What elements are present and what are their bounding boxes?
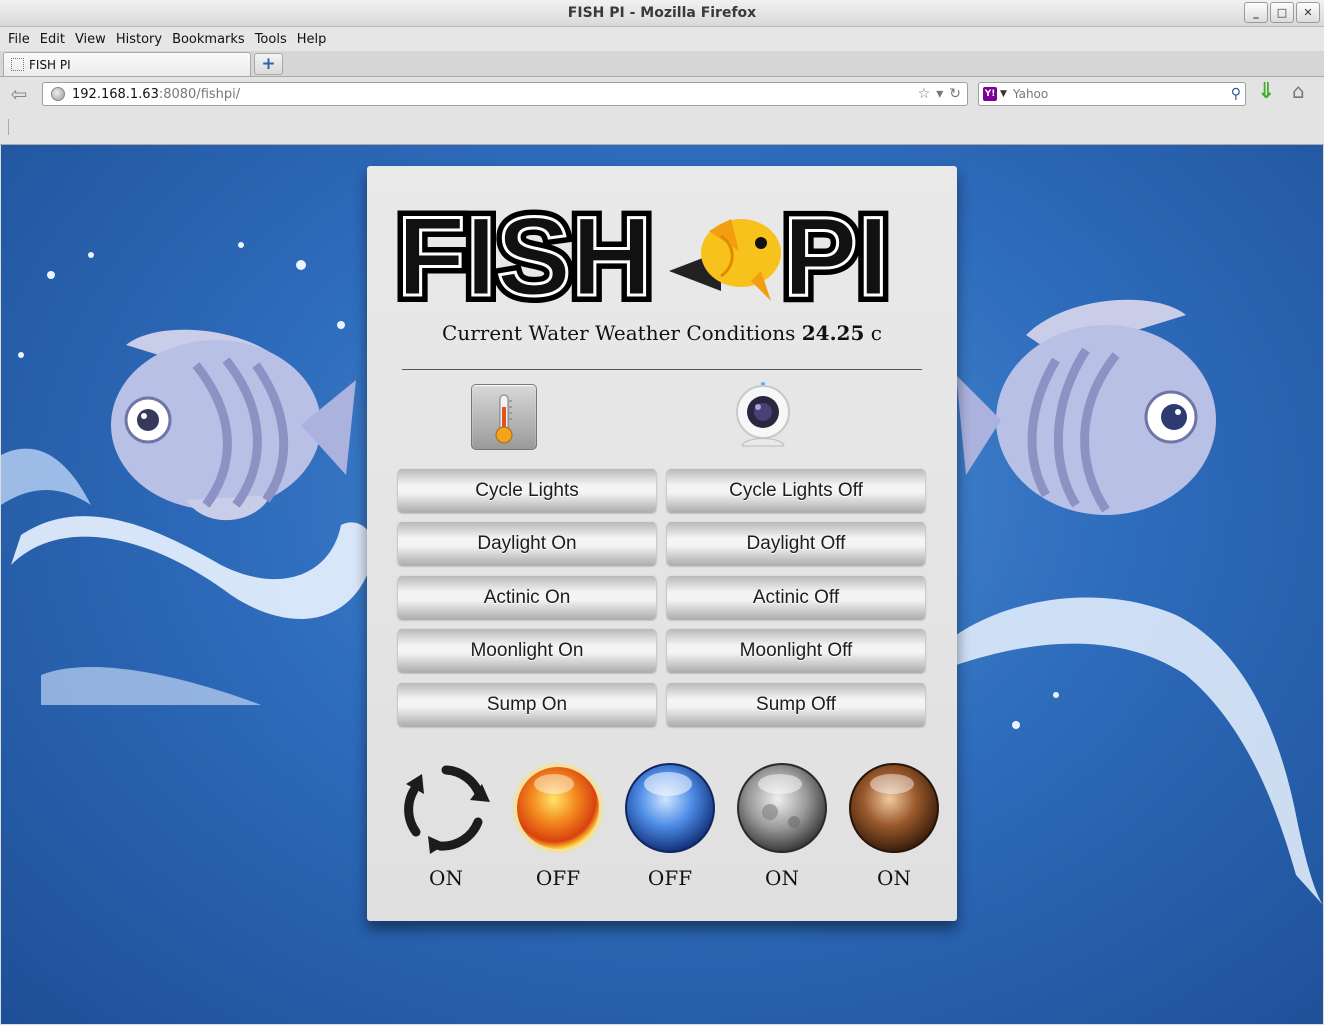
globe-icon	[51, 87, 65, 101]
tab-label: FISH PI	[29, 57, 71, 72]
temperature-unit: c	[870, 321, 882, 345]
menu-tools[interactable]: Tools	[255, 32, 287, 47]
tab-fishpi[interactable]: FISH PI	[3, 52, 251, 76]
menu-history[interactable]: History	[116, 32, 162, 47]
menu-bookmarks[interactable]: Bookmarks	[172, 32, 245, 47]
url-path: :8080/fishpi/	[158, 86, 241, 102]
window-titlebar: FISH PI - Mozilla Firefox _ □ ✕	[0, 0, 1324, 27]
fish-illustration-left	[111, 329, 356, 521]
blue-orb-icon	[625, 763, 715, 853]
actinic-on-button[interactable]: Actinic On	[398, 576, 656, 619]
menu-bar: File Edit View History Bookmarks Tools H…	[0, 27, 1324, 51]
yahoo-icon[interactable]: Y!	[983, 87, 997, 101]
conditions-label: Current Water Weather Conditions	[442, 321, 796, 345]
window-title: FISH PI - Mozilla Firefox	[567, 5, 757, 21]
sump-status: ON	[843, 762, 943, 897]
logo-text-fish-fill: FISH	[397, 194, 652, 317]
divider	[402, 369, 922, 370]
search-bar[interactable]: Y! ▼ Yahoo ⚲	[978, 82, 1246, 106]
moonlight-status: ON	[731, 762, 831, 897]
download-icon[interactable]: ⇓	[1257, 79, 1279, 104]
actinic-state: OFF	[647, 866, 693, 890]
sump-on-button[interactable]: Sump On	[398, 683, 656, 726]
menu-file[interactable]: File	[8, 32, 30, 47]
back-arrow-icon[interactable]: ⇦	[6, 82, 32, 106]
minimize-button[interactable]: _	[1244, 2, 1268, 23]
water-conditions: Current Water Weather Conditions 24.25 c	[367, 321, 957, 345]
reload-icon[interactable]: ↻	[949, 86, 961, 102]
search-icon[interactable]: ⚲	[1231, 86, 1241, 102]
menu-help[interactable]: Help	[297, 32, 327, 47]
thermometer-icon[interactable]	[471, 384, 537, 450]
cycle-icon	[404, 765, 490, 854]
water-splash-right	[956, 597, 1323, 905]
search-placeholder: Yahoo	[1012, 87, 1049, 101]
url-host: 192.168.1.63	[72, 86, 159, 102]
control-panel: FISH FISH PI PI Current Water Weather Co…	[367, 166, 957, 921]
moonlight-state: ON	[765, 866, 799, 890]
actinic-off-button[interactable]: Actinic Off	[667, 576, 925, 619]
cycle-state: ON	[429, 866, 463, 890]
daylight-on-button[interactable]: Daylight On	[398, 522, 656, 565]
address-bar[interactable]: 192.168.1.63:8080/fishpi/ ☆ ▾ ↻	[42, 82, 968, 106]
webcam-icon[interactable]	[730, 380, 796, 452]
moonlight-off-button[interactable]: Moonlight Off	[667, 629, 925, 672]
sump-off-button[interactable]: Sump Off	[667, 683, 925, 726]
fishpi-logo: FISH FISH PI PI	[391, 191, 896, 317]
bronze-orb-icon	[849, 763, 939, 853]
sun-orb-icon	[513, 763, 603, 853]
history-dropdown-icon[interactable]: ▾	[936, 86, 943, 102]
maximize-button[interactable]: □	[1270, 2, 1294, 23]
cycle-lights-off-button[interactable]: Cycle Lights Off	[667, 469, 925, 512]
cycle-status: ON	[395, 762, 495, 897]
menu-edit[interactable]: Edit	[40, 32, 65, 47]
bookmarks-toolbar	[0, 111, 1324, 145]
close-button[interactable]: ✕	[1296, 2, 1320, 23]
tab-bar: FISH PI +	[0, 51, 1324, 77]
engine-dropdown-icon[interactable]: ▼	[1000, 89, 1007, 99]
moon-orb-icon	[737, 763, 827, 853]
actinic-status: OFF	[619, 762, 719, 897]
sump-state: ON	[877, 866, 911, 890]
daylight-off-button[interactable]: Daylight Off	[667, 522, 925, 565]
yellow-fish-icon	[669, 219, 781, 301]
new-tab-button[interactable]: +	[254, 53, 283, 75]
menu-view[interactable]: View	[75, 32, 106, 47]
navigation-bar: ⇦ 192.168.1.63:8080/fishpi/ ☆ ▾ ↻ Y! ▼ Y…	[0, 77, 1324, 111]
home-icon[interactable]: ⌂	[1292, 79, 1316, 103]
moonlight-on-button[interactable]: Moonlight On	[398, 629, 656, 672]
fish-illustration-right	[956, 299, 1216, 515]
logo-text-pi-fill: PI	[783, 194, 889, 317]
daylight-state: OFF	[535, 866, 581, 890]
bookmark-star-icon[interactable]: ☆	[918, 86, 931, 102]
daylight-status: OFF	[507, 762, 607, 897]
page-background: FISH FISH PI PI Current Water Weather Co…	[1, 145, 1323, 1024]
cycle-lights-button[interactable]: Cycle Lights	[398, 469, 656, 512]
page-icon	[11, 58, 24, 71]
temperature-value: 24.25	[801, 321, 865, 345]
